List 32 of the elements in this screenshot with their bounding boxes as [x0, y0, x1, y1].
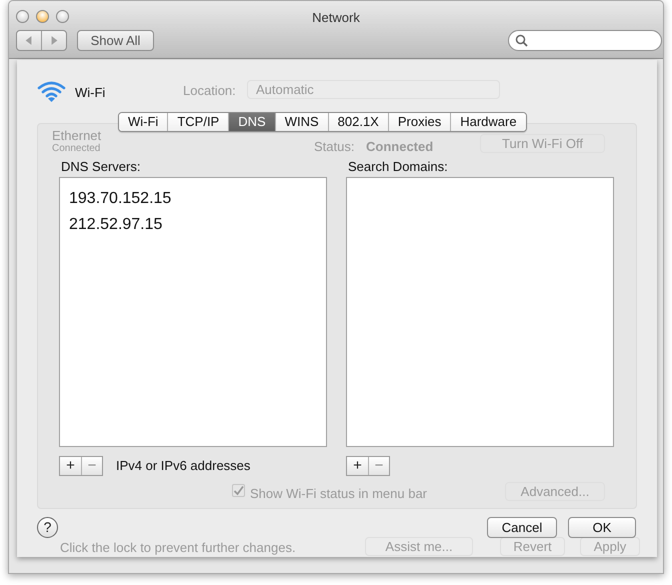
cancel-button[interactable]: Cancel	[487, 517, 557, 538]
search-icon	[515, 34, 528, 47]
status-label: Status:	[314, 138, 354, 156]
wifi-icon	[37, 80, 66, 104]
status-value: Connected	[366, 138, 434, 156]
show-all-button[interactable]: Show All	[77, 30, 154, 51]
section-label: Search Domains:	[347, 158, 449, 176]
service-status: Connected	[52, 142, 100, 156]
checkbox[interactable]	[232, 484, 245, 497]
hint-text: IPv4 or IPv6 addresses	[116, 457, 250, 476]
tab[interactable]: Proxies	[388, 113, 450, 131]
tab[interactable]: DNS	[228, 113, 275, 131]
checkmark-icon	[233, 485, 244, 496]
ok-button[interactable]: OK	[568, 517, 636, 538]
add-button[interactable]: +	[60, 457, 81, 475]
section-label: DNS Servers:	[60, 158, 142, 176]
tab[interactable]: 802.1X	[328, 113, 388, 131]
dns-address[interactable]: 212.52.97.15	[69, 215, 162, 235]
tab[interactable]: Wi-Fi	[119, 113, 168, 131]
service-name: Ethernet	[52, 127, 102, 144]
tab[interactable]: WINS	[274, 113, 328, 131]
checkbox-label: Show Wi-Fi status in menu bar	[250, 485, 428, 503]
tab[interactable]: TCP/IP	[167, 113, 228, 131]
search-field[interactable]	[508, 30, 662, 51]
interface-name: Wi-Fi	[75, 84, 106, 102]
dns-address[interactable]: 193.70.152.15	[69, 189, 172, 209]
back-forward-control[interactable]	[16, 30, 67, 51]
add-button[interactable]: +	[347, 457, 368, 475]
lock-message: Click the lock to prevent further changes.	[60, 539, 296, 557]
tab[interactable]: Hardware	[450, 113, 526, 131]
window-title: Network	[311, 9, 361, 27]
location-label: Location:	[183, 82, 236, 100]
